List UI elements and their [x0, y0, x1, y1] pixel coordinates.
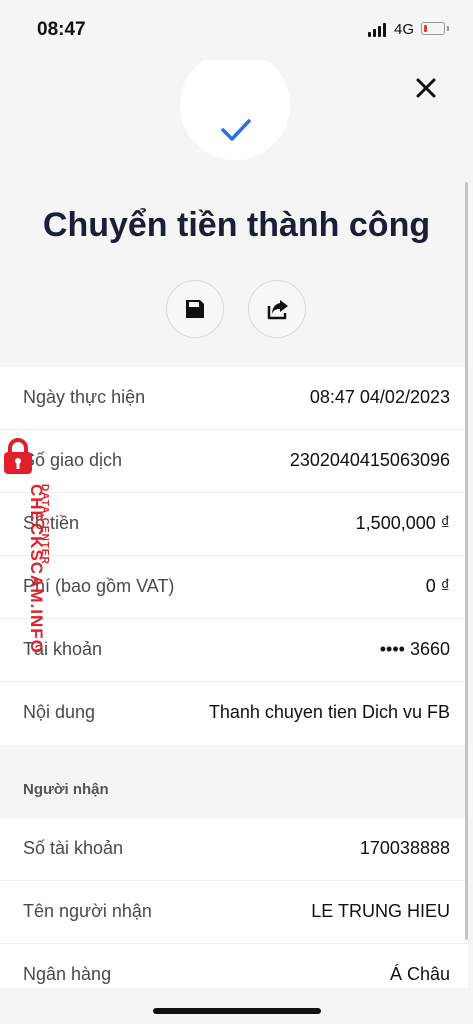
detail-value: 08:47 04/02/2023: [309, 387, 450, 407]
signal-icon: [368, 23, 388, 37]
recipient-row-account-number: Số tài khoản 170038888: [0, 818, 468, 881]
home-indicator[interactable]: [153, 1008, 321, 1014]
network-label: 4G: [394, 21, 415, 38]
detail-value: LE TRUNG HIEU: [311, 901, 450, 921]
detail-value: 1,500,000 ₫: [355, 513, 450, 533]
scrollbar[interactable]: [465, 182, 468, 940]
transaction-details: Ngày thực hiện 08:47 04/02/2023 Số giao …: [0, 367, 468, 745]
detail-label: Số tài khoản: [23, 838, 124, 858]
battery-icon: [421, 22, 445, 35]
detail-value: Thanh chuyen tien Dich vu FB: [208, 702, 450, 722]
share-icon: [267, 300, 288, 320]
detail-value: •••• 3660: [379, 639, 450, 659]
save-button[interactable]: [166, 280, 224, 338]
detail-row-amount: Số tiền 1,500,000 ₫: [0, 493, 468, 556]
share-button[interactable]: [248, 280, 306, 338]
detail-value: 2302040415063096: [289, 450, 450, 470]
watermark-subtext: DATA CENTER: [39, 484, 50, 565]
detail-label: Nội dung: [23, 702, 96, 722]
detail-row-fee: Phí (bao gồm VAT) 0 ₫: [0, 556, 468, 619]
check-icon: [221, 119, 251, 141]
detail-row-transaction-id: Số giao dịch 2302040415063096: [0, 430, 468, 493]
recipient-details: Số tài khoản 170038888 Tên người nhận LE…: [0, 818, 468, 988]
detail-value: 170038888: [359, 838, 450, 858]
battery-tip: [447, 26, 449, 31]
detail-label: Ngày thực hiện: [23, 387, 146, 407]
detail-label: Tên người nhận: [23, 901, 152, 921]
detail-label: Ngân hàng: [23, 964, 112, 984]
detail-value: 0 ₫: [425, 576, 450, 596]
close-button[interactable]: [411, 73, 441, 103]
success-headline: Chuyển tiền thành công: [42, 206, 431, 244]
recipient-section-title: Người nhận: [23, 781, 109, 798]
success-badge: [180, 60, 290, 184]
detail-row-date: Ngày thực hiện 08:47 04/02/2023: [0, 367, 468, 430]
recipient-row-bank: Ngân hàng Á Châu: [0, 944, 468, 988]
save-icon: [186, 300, 204, 318]
status-bar: 08:47 4G: [0, 0, 473, 60]
status-time: 08:47: [37, 19, 86, 40]
close-icon: [416, 78, 436, 98]
watermark: CHECKSCAM.INFO DATA CENTER: [0, 436, 50, 666]
detail-row-content: Nội dung Thanh chuyen tien Dich vu FB: [0, 682, 468, 745]
recipient-row-name: Tên người nhận LE TRUNG HIEU: [0, 881, 468, 944]
detail-value: Á Châu: [389, 964, 450, 984]
detail-row-account: Tài khoản •••• 3660: [0, 619, 468, 682]
lock-icon: [4, 438, 32, 474]
